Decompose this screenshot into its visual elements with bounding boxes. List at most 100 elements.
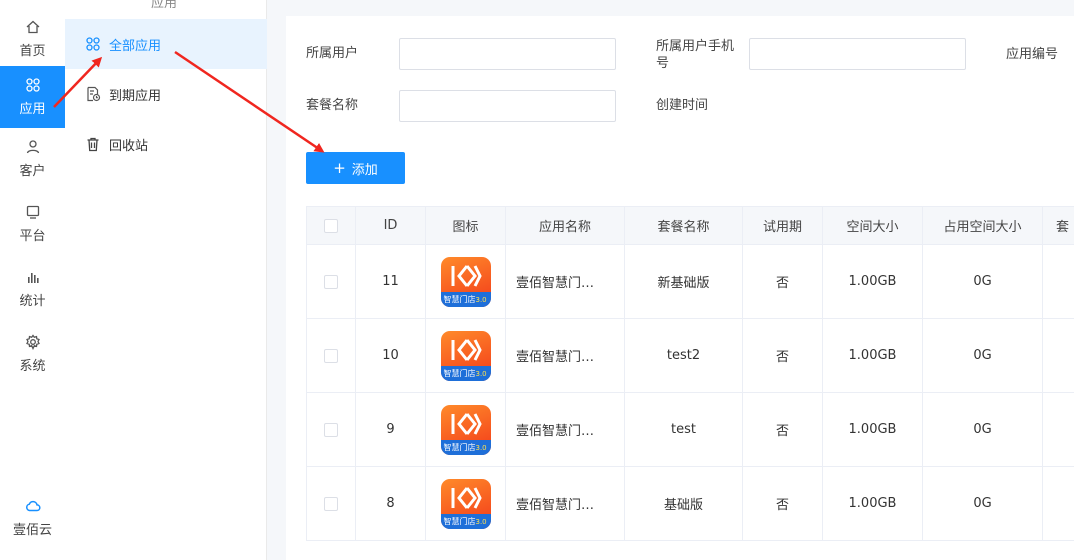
row-checkbox[interactable] [324, 422, 338, 437]
user-icon [26, 140, 39, 154]
rail-item-stats[interactable]: 统计 [0, 258, 65, 320]
column-header-truncated: 套 [1042, 206, 1074, 245]
row-icon-cell: 智慧门店3.0 [425, 466, 506, 541]
row-space: 1.00GB [822, 392, 923, 467]
rail-item-apps[interactable]: 应用 [0, 66, 65, 128]
column-header-app-name: 应用名称 [505, 206, 625, 245]
row-used-space: 0G [922, 392, 1043, 467]
row-id: 10 [355, 318, 426, 393]
submenu-item-recycle-bin[interactable]: 回收站 [65, 119, 267, 169]
app-logo-band: 智慧门店3.0 [440, 365, 491, 381]
left-rail: 首页 应用 客户 平台 统计 系统 壹佰云 [0, 0, 65, 560]
filter-label-owner-user: 所属用户 [306, 46, 359, 61]
column-header-icon: 图标 [425, 206, 506, 245]
row-truncated-cell [1042, 318, 1074, 393]
expiry-doc-icon [87, 86, 101, 102]
app-logo-band: 智慧门店3.0 [440, 439, 491, 455]
submenu-item-label: 到期应用 [109, 88, 162, 104]
row-checkbox[interactable] [324, 496, 338, 511]
row-truncated-cell [1042, 392, 1074, 467]
rail-item-customers[interactable]: 客户 [0, 128, 65, 190]
rail-item-home[interactable]: 首页 [0, 8, 65, 70]
home-icon [26, 20, 39, 34]
add-button[interactable]: + 添加 [306, 152, 405, 184]
bar-chart-icon [27, 273, 39, 283]
apps-table: ID 图标 应用名称 套餐名称 试用期 空间大小 占用空间大小 套 11 智慧门店… [306, 206, 1074, 541]
column-header-trial: 试用期 [742, 206, 823, 245]
row-select-cell [306, 244, 356, 319]
table-row[interactable]: 9 智慧门店3.0 壹佰智慧门… test 否 1.00GB 0G [306, 392, 1074, 467]
filter-label-plan-name: 套餐名称 [306, 98, 359, 113]
submenu-panel: 应用 全部应用 到期应用 回收站 [65, 0, 267, 560]
brand-logo[interactable]: 壹佰云 [0, 487, 65, 549]
row-trial: 否 [742, 244, 823, 319]
submenu-item-all-apps[interactable]: 全部应用 [65, 19, 267, 69]
row-plan-name: 基础版 [624, 466, 743, 541]
plan-name-input[interactable] [399, 90, 616, 122]
rail-item-label: 系统 [19, 359, 46, 374]
row-select-cell [306, 392, 356, 467]
row-icon-cell: 智慧门店3.0 [425, 318, 506, 393]
gear-icon [25, 334, 40, 350]
filter-label-app-code: 应用编号 [1006, 47, 1059, 62]
main-panel: 所属用户 所属用户手机号 应用编号 套餐名称 创建时间 + 添加 ID 图标 应… [286, 16, 1074, 560]
submenu-item-label: 全部应用 [109, 38, 162, 54]
filter-label-created-time: 创建时间 [656, 98, 709, 113]
table-row[interactable]: 10 智慧门店3.0 壹佰智慧门… test2 否 1.00GB 0G [306, 318, 1074, 393]
select-all-cell [306, 206, 356, 245]
filter-label-owner-phone: 所属用户手机号 [656, 39, 735, 71]
row-space: 1.00GB [822, 244, 923, 319]
row-trial: 否 [742, 318, 823, 393]
rail-item-label: 客户 [19, 164, 46, 179]
add-button-label: 添加 [351, 162, 378, 178]
table-header-row: ID 图标 应用名称 套餐名称 试用期 空间大小 占用空间大小 套 [306, 206, 1074, 245]
row-checkbox[interactable] [324, 348, 338, 363]
trash-icon [87, 137, 99, 152]
row-app-name[interactable]: 壹佰智慧门… [505, 392, 625, 467]
row-id: 9 [355, 392, 426, 467]
table-row[interactable]: 8 智慧门店3.0 壹佰智慧门… 基础版否 1.00GB 0G [306, 466, 1074, 541]
row-trial: 否 [742, 466, 823, 541]
row-select-cell [306, 466, 356, 541]
submenu-item-label: 回收站 [109, 138, 149, 154]
app-logo-icon: 智慧门店3.0 [440, 256, 491, 307]
row-checkbox[interactable] [324, 274, 338, 289]
row-space: 1.00GB [822, 318, 923, 393]
row-truncated-cell [1042, 244, 1074, 319]
submenu-heading: 应用 [151, 0, 178, 11]
column-header-plan-name: 套餐名称 [624, 206, 743, 245]
row-app-name[interactable]: 壹佰智慧门… [505, 466, 625, 541]
owner-phone-input[interactable] [749, 38, 966, 70]
column-header-space: 空间大小 [822, 206, 923, 245]
row-trial: 否 [742, 392, 823, 467]
rail-item-label: 统计 [19, 294, 46, 309]
apps-icon [86, 37, 100, 51]
table-row[interactable]: 11 智慧门店3.0 壹佰智慧门… 新基础版否 1.00GB 0G [306, 244, 1074, 319]
rail-item-platform[interactable]: 平台 [0, 193, 65, 255]
row-used-space: 0G [922, 244, 1043, 319]
owner-user-input[interactable] [399, 38, 616, 70]
row-plan-name: test [624, 392, 743, 467]
row-plan-name: test2 [624, 318, 743, 393]
row-used-space: 0G [922, 318, 1043, 393]
row-app-name[interactable]: 壹佰智慧门… [505, 318, 625, 393]
row-truncated-cell [1042, 466, 1074, 541]
row-icon-cell: 智慧门店3.0 [425, 244, 506, 319]
brand-label: 壹佰云 [12, 523, 52, 538]
app-logo-band: 智慧门店3.0 [440, 291, 491, 307]
row-select-cell [306, 318, 356, 393]
row-icon-cell: 智慧门店3.0 [425, 392, 506, 467]
cloud-icon [25, 500, 40, 512]
apps-icon [25, 78, 40, 92]
select-all-checkbox[interactable] [324, 218, 338, 233]
rail-item-system[interactable]: 系统 [0, 323, 65, 385]
monitor-icon [26, 205, 39, 219]
app-logo-icon: 智慧门店3.0 [440, 404, 491, 455]
column-header-id[interactable]: ID [355, 206, 426, 245]
row-app-name[interactable]: 壹佰智慧门… [505, 244, 625, 319]
submenu-item-expired-apps[interactable]: 到期应用 [65, 69, 267, 119]
rail-item-label: 应用 [19, 102, 46, 117]
rail-item-label: 平台 [19, 229, 46, 244]
rail-item-label: 首页 [19, 44, 46, 59]
row-id: 8 [355, 466, 426, 541]
